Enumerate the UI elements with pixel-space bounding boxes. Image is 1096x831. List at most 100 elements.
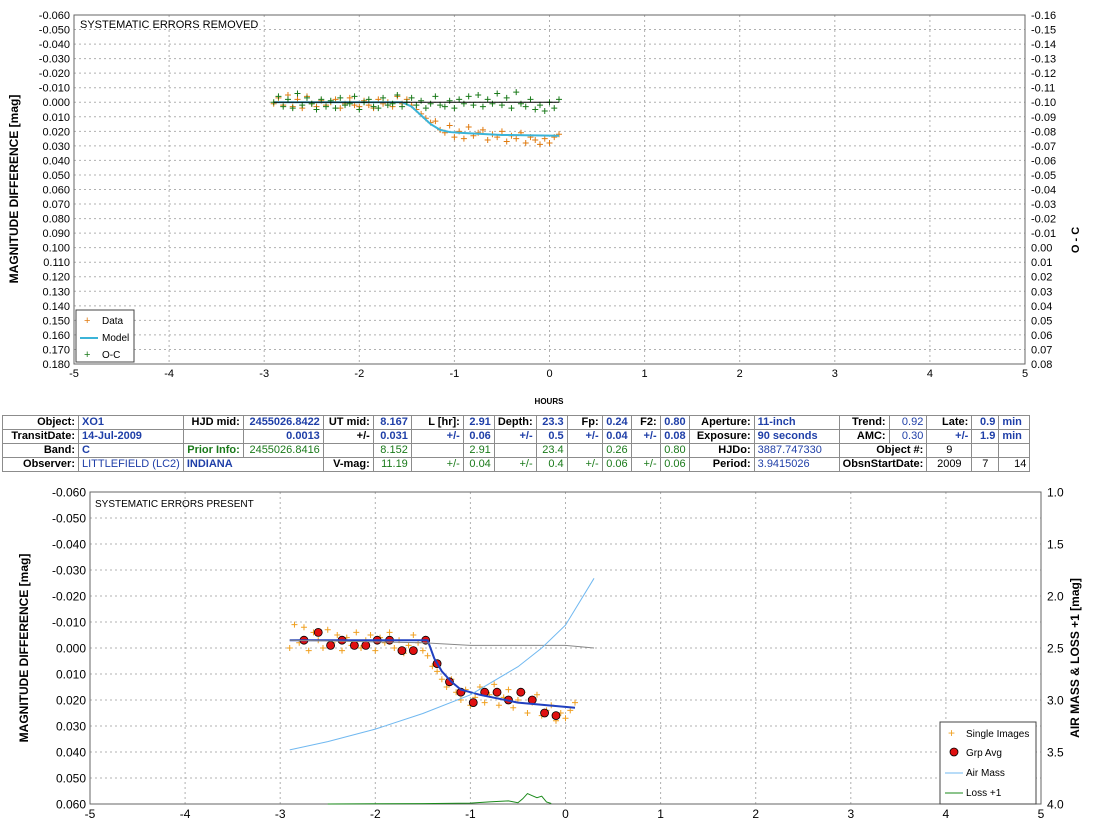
oc-point (479, 103, 486, 110)
single-image-point (367, 632, 374, 638)
y-tick-label: 0.070 (42, 199, 70, 211)
y-tick-label: 0.010 (56, 667, 86, 681)
y2-tick-label: -0.14 (1031, 39, 1056, 51)
top-chart: -5 -4 -3 -2 -1 0 1 2 3 4 5-0.060-0.050-0.040-0.030… (7, 10, 1082, 406)
f2-err-value: 0.08 (659, 429, 690, 444)
oc-point (556, 96, 563, 103)
y-tick-label: 0.030 (56, 719, 86, 733)
x-tick-label: 1 (642, 368, 648, 380)
oc-point (427, 100, 434, 107)
x-tick-label: 4 (943, 807, 950, 821)
y-tick-label: -0.040 (39, 39, 70, 51)
vmag-depth-err: 0.4 (535, 457, 568, 472)
y2-tick-label: 3.5 (1047, 745, 1064, 759)
trend-label: Trend: (838, 415, 890, 430)
oc-point (484, 96, 491, 103)
transit-date-label: TransitDate: (2, 429, 79, 444)
vmag-fp-pm: +/- (566, 457, 603, 472)
top-y-axis-label: MAGNITUDE DIFFERENCE [mag] (7, 95, 21, 284)
prior-fp-value: 0.26 (601, 443, 632, 458)
x-tick-label: 0 (562, 807, 569, 821)
exposure-label: Exposure: (688, 429, 755, 444)
single-image-point (562, 715, 569, 722)
ut-mid-value: 8.167 (372, 415, 412, 430)
x-tick-label: -2 (370, 807, 381, 821)
group-average-point (361, 640, 371, 650)
oc-point (465, 93, 472, 100)
hjd-err-value: 0.0013 (242, 429, 324, 444)
oc-point (418, 97, 425, 104)
obs-day-value: 14 (998, 457, 1031, 472)
legend-grp-label: Grp Avg (966, 748, 1002, 759)
y-tick-label: 0.020 (42, 126, 70, 138)
x-tick-label: 4 (927, 368, 933, 380)
oc-point (399, 103, 406, 110)
oc-point (437, 102, 444, 109)
data-point (513, 135, 520, 142)
y-tick-label: -0.030 (52, 563, 86, 577)
y2-tick-label: -0.13 (1031, 54, 1056, 66)
y-tick-label: 0.140 (42, 301, 70, 313)
single-image-point (353, 629, 360, 636)
y2-tick-label: 0.01 (1031, 257, 1052, 269)
data-point (446, 122, 453, 129)
loss-line (327, 792, 552, 805)
y-tick-label: 0.060 (42, 184, 70, 196)
vmag-f2-pm: +/- (630, 457, 661, 472)
x-tick-label: -1 (450, 368, 460, 380)
y2-tick-label: 0.00 (1031, 243, 1052, 255)
fp-value: 0.24 (601, 415, 632, 430)
legend-data-label: Data (102, 316, 124, 327)
oc-point (356, 106, 363, 113)
data-point (532, 137, 539, 144)
x-tick-label: -5 (85, 807, 96, 821)
y2-tick-label: 2.5 (1047, 641, 1064, 655)
data-point (503, 138, 510, 145)
ut-pm: +/- (322, 429, 374, 444)
data-point (479, 126, 486, 133)
amc-label: AMC: (838, 429, 890, 444)
y2-tick-label: 4.0 (1047, 797, 1064, 811)
oc-point (494, 90, 501, 97)
y-tick-label: 0.110 (43, 257, 70, 269)
x-tick-label: -2 (354, 368, 364, 380)
data-point (484, 137, 491, 144)
hjd-mid-value: 2455026.8422 (242, 415, 324, 430)
bottom-y-axis-label: MAGNITUDE DIFFERENCE [mag] (17, 554, 31, 743)
group-average-point (492, 687, 502, 697)
data-point (498, 128, 505, 135)
top-annotation: SYSTEMATIC ERRORS REMOVED (80, 19, 258, 31)
x-tick-label: 5 (1038, 807, 1045, 821)
f2-value: 0.80 (659, 415, 690, 430)
y-tick-label: 0.050 (42, 170, 70, 182)
top-x-axis-label: HOURS (535, 397, 565, 406)
y2-tick-label: -0.05 (1031, 170, 1056, 182)
observer-label: Observer: (2, 457, 79, 472)
hjdo-label: HJDo: (688, 443, 755, 458)
prior-l-value: 2.91 (462, 443, 495, 458)
legend-single-marker: + (948, 726, 955, 740)
y-tick-label: 0.100 (42, 243, 70, 255)
oc-point (460, 100, 467, 107)
legend-single-label: Single Images (966, 729, 1029, 740)
y-tick-label: 0.090 (42, 228, 70, 240)
y-tick-label: 0.010 (42, 112, 70, 124)
y-tick-label: 0.150 (42, 315, 70, 327)
oc-point (337, 94, 344, 101)
data-point (522, 139, 529, 146)
aperture-value: 11-inch (753, 415, 840, 430)
single-image-point (324, 626, 331, 633)
top-legend: + Data Model + O-C (75, 309, 135, 363)
transit-date-value: 14-Jul-2009 (78, 429, 184, 444)
transit-info-table: Object: XO1 HJD mid: 2455026.8422 UT mid… (2, 415, 1031, 472)
oc-point (422, 105, 429, 112)
single-image-point (372, 647, 379, 654)
amc-value: 0.30 (888, 429, 928, 444)
group-average-point (326, 640, 336, 650)
prior-hjd-value: 2455026.8416 (242, 443, 324, 458)
single-image-point (391, 645, 398, 651)
oc-point (408, 94, 415, 101)
late-label: Late: (926, 415, 973, 430)
fp-err-value: 0.04 (601, 429, 632, 444)
oc-point (441, 103, 448, 110)
